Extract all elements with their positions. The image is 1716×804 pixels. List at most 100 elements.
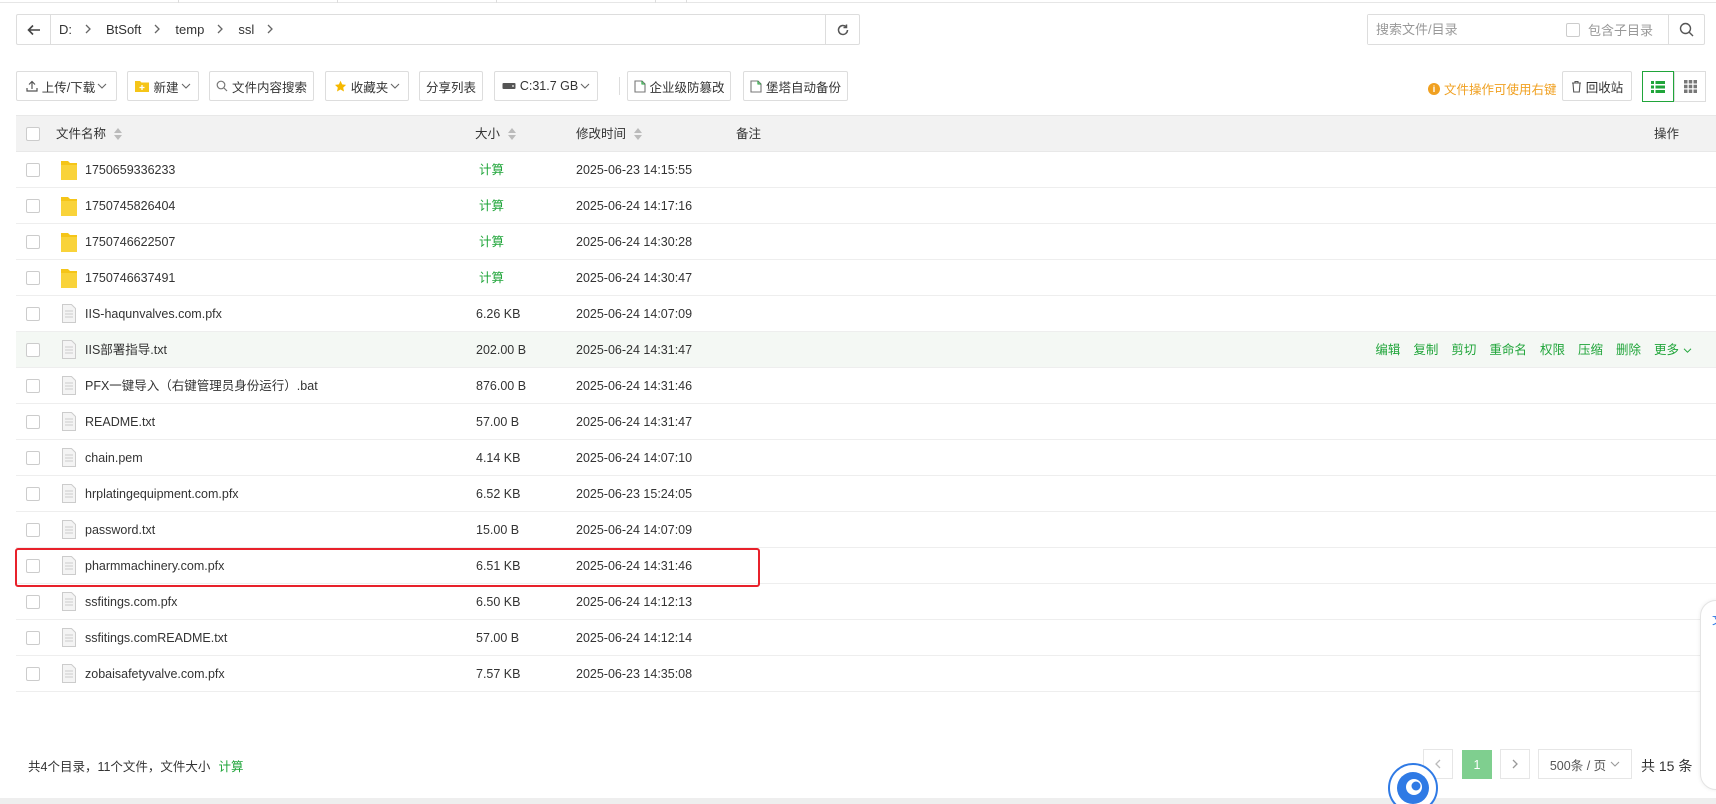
grid-view-button[interactable] [1674,71,1706,102]
grid-view-icon [1683,80,1697,93]
file-name[interactable]: pharmmachinery.com.pfx [85,548,224,584]
file-name[interactable]: 1750659336233 [85,152,175,188]
row-checkbox[interactable] [26,667,40,681]
next-page-button[interactable] [1500,749,1530,779]
row-action-0[interactable]: 编辑 [1375,332,1400,368]
breadcrumb-item[interactable]: D: [59,22,72,37]
row-checkbox[interactable] [26,199,40,213]
file-name[interactable]: password.txt [85,512,155,548]
row-checkbox[interactable] [26,559,40,573]
recycle-bin-button[interactable]: 回收站 [1562,71,1632,101]
file-name[interactable]: README.txt [85,404,155,440]
page-number-current[interactable]: 1 [1462,750,1492,779]
row-checkbox[interactable] [26,379,40,393]
table-row[interactable]: zobaisafetyvalve.com.pfx 7.57 KB 2025-06-2… [16,656,1716,692]
search-button[interactable] [1668,15,1704,44]
table-row[interactable]: 1750745826404 计算 2025-06-24 14:17:16 [16,188,1716,224]
search-box: 包含子目录 [1367,14,1705,45]
select-all-checkbox[interactable] [26,127,40,141]
column-size-label: 大小 [475,127,501,141]
file-name[interactable]: IIS部署指导.txt [85,332,167,368]
upload-download-button[interactable]: 上传/下载 [16,71,117,101]
row-action-7[interactable]: 更多 [1654,332,1679,368]
row-checkbox[interactable] [26,307,40,321]
file-size: 876.00 B [476,379,527,393]
breadcrumb-item[interactable]: ssl [238,22,254,37]
row-checkbox[interactable] [26,343,40,357]
table-row[interactable]: ssfitings.comREADME.txt 57.00 B 2025-06-24… [16,620,1716,656]
column-mtime[interactable]: 修改时间 [576,116,643,152]
table-row[interactable]: ssfitings.com.pfx 6.50 KB 2025-06-24 14:12… [16,584,1716,620]
row-action-5[interactable]: 压缩 [1578,332,1603,368]
row-checkbox[interactable] [26,523,40,537]
share-list-button[interactable]: 分享列表 [419,71,483,101]
row-checkbox[interactable] [26,235,40,249]
row-checkbox[interactable] [26,415,40,429]
file-mtime: 2025-06-24 14:12:13 [576,595,693,609]
file-name[interactable]: hrplatingequipment.com.pfx [85,476,239,512]
file-size[interactable]: 计算 [479,152,504,188]
search-input[interactable] [1368,15,1558,44]
file-size[interactable]: 计算 [479,260,504,296]
table-row[interactable]: IIS-haqunvalves.com.pfx 6.26 KB 2025-06-24… [16,296,1716,332]
breadcrumb-item[interactable]: BtSoft [106,22,141,37]
row-checkbox[interactable] [26,595,40,609]
content-search-label: 文件内容搜索 [232,80,308,95]
file-size: 6.52 KB [476,487,521,501]
table-row[interactable]: PFX一键导入（右键管理员身份运行）.bat 876.00 B 2025-06-24… [16,368,1716,404]
refresh-button[interactable] [825,15,859,44]
back-button[interactable] [17,15,51,44]
table-row[interactable]: pharmmachinery.com.pfx 6.51 KB 2025-06-24 … [16,548,1716,584]
file-mtime: 2025-06-24 14:17:16 [576,199,693,213]
table-row[interactable]: README.txt 57.00 B 2025-06-24 14:31:47 [16,404,1716,440]
breadcrumb-item[interactable]: temp [175,22,204,37]
row-action-2[interactable]: 剪切 [1451,332,1476,368]
file-name[interactable]: 1750745826404 [85,188,175,224]
include-subdir-checkbox[interactable] [1566,22,1580,37]
table-row[interactable]: password.txt 15.00 B 2025-06-24 14:07:09 [16,512,1716,548]
calc-size-link[interactable]: 计算 [218,760,243,774]
table-row[interactable]: IIS部署指导.txt 202.00 B 2025-06-24 14:31:47 编辑… [16,332,1716,368]
file-name[interactable]: PFX一键导入（右键管理员身份运行）.bat [85,368,318,404]
file-name[interactable]: 1750746637491 [85,260,175,296]
list-view-button[interactable] [1642,71,1674,102]
favorites-label: 收藏夹 [350,80,389,95]
refresh-icon [837,24,848,35]
row-checkbox[interactable] [26,487,40,501]
row-action-6[interactable]: 删除 [1616,332,1641,368]
file-name[interactable]: chain.pem [85,440,143,476]
row-checkbox[interactable] [26,271,40,285]
table-row[interactable]: chain.pem 4.14 KB 2025-06-24 14:07:10 [16,440,1716,476]
favorites-button[interactable]: 收藏夹 [325,71,409,101]
row-action-1[interactable]: 复制 [1413,332,1438,368]
row-checkbox[interactable] [26,631,40,645]
column-name[interactable]: 文件名称 [56,116,123,152]
table-row[interactable]: 1750746637491 计算 2025-06-24 14:30:47 [16,260,1716,296]
file-size[interactable]: 计算 [479,224,504,260]
file-name[interactable]: ssfitings.com.pfx [85,584,177,620]
file-name[interactable]: 1750746622507 [85,224,175,260]
row-checkbox[interactable] [26,163,40,177]
table-row[interactable]: 1750746622507 计算 2025-06-24 14:30:28 [16,224,1716,260]
table-row[interactable]: 1750659336233 计算 2025-06-23 14:15:55 [16,152,1716,188]
row-action-4[interactable]: 权限 [1540,332,1565,368]
file-size[interactable]: 计算 [479,188,504,224]
auto-backup-button[interactable]: 堡塔自动备份 [743,71,848,101]
file-size: 57.00 B [476,631,520,645]
tamper-protection-button[interactable]: 企业级防篡改 [627,71,731,101]
disk-selector[interactable]: C:31.7 GB [494,71,598,101]
column-size[interactable]: 大小 [475,116,517,152]
file-name[interactable]: IIS-haqunvalves.com.pfx [85,296,222,332]
side-panel-tab[interactable]: 文 [1700,600,1716,790]
file-name[interactable]: zobaisafetyvalve.com.pfx [85,656,225,692]
folder-icon [61,233,77,252]
row-action-3[interactable]: 重命名 [1489,332,1527,368]
new-button[interactable]: 新建 [127,71,199,101]
row-checkbox[interactable] [26,451,40,465]
file-name[interactable]: ssfitings.comREADME.txt [85,620,227,656]
table-row[interactable]: hrplatingequipment.com.pfx 6.52 KB 2025-06… [16,476,1716,512]
include-subdir-toggle[interactable]: 包含子目录 [1566,20,1653,39]
content-search-button[interactable]: 文件内容搜索 [209,71,314,101]
page-size-select[interactable]: 500条 / 页 [1538,749,1632,779]
upload-icon [26,80,38,92]
